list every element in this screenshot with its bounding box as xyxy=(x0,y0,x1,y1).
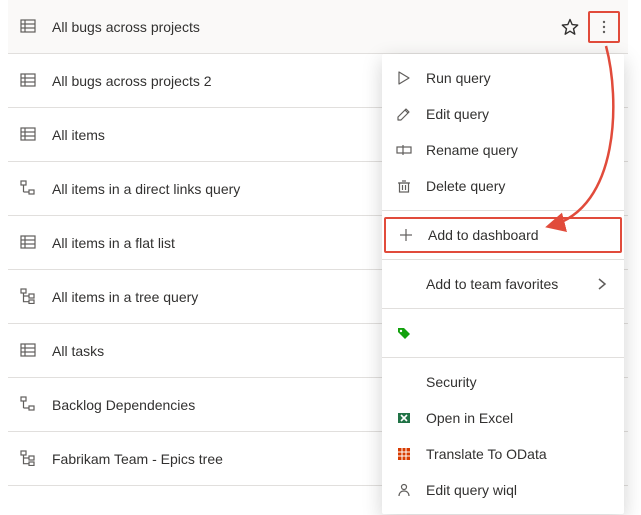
tree-query-icon xyxy=(20,288,38,306)
links-query-icon xyxy=(20,180,38,198)
query-context-menu: Run query Edit query Rename query Delete… xyxy=(382,54,624,514)
odata-icon xyxy=(396,446,412,462)
plus-icon xyxy=(398,227,414,243)
excel-icon xyxy=(396,410,412,426)
menu-security[interactable]: Security xyxy=(382,364,624,400)
menu-delete-query[interactable]: Delete query xyxy=(382,168,624,204)
more-actions-button[interactable] xyxy=(588,11,620,43)
menu-label: Add to dashboard xyxy=(428,227,608,243)
flat-query-icon xyxy=(20,18,38,36)
menu-separator xyxy=(382,210,624,211)
menu-edit-wiql[interactable]: Edit query wiql xyxy=(382,472,624,508)
menu-label: Translate To OData xyxy=(426,446,610,462)
chevron-right-icon xyxy=(594,276,610,292)
menu-label: Run query xyxy=(426,70,610,86)
query-row[interactable]: All bugs across projects xyxy=(8,0,628,54)
trash-icon xyxy=(396,178,412,194)
menu-tags[interactable] xyxy=(382,315,624,351)
menu-separator xyxy=(382,259,624,260)
menu-rename-query[interactable]: Rename query xyxy=(382,132,624,168)
menu-open-excel[interactable]: Open in Excel xyxy=(382,400,624,436)
menu-edit-query[interactable]: Edit query xyxy=(382,96,624,132)
pencil-icon xyxy=(396,106,412,122)
favorite-star-button[interactable] xyxy=(558,15,582,39)
flat-query-icon xyxy=(20,342,38,360)
menu-separator xyxy=(382,308,624,309)
menu-label: Rename query xyxy=(426,142,610,158)
wiql-icon xyxy=(396,482,412,498)
menu-label: Open in Excel xyxy=(426,410,610,426)
menu-add-team-favorites[interactable]: Add to team favorites xyxy=(382,266,624,302)
menu-label: Edit query xyxy=(426,106,610,122)
query-label: All bugs across projects xyxy=(52,19,558,35)
flat-query-icon xyxy=(20,126,38,144)
rename-icon xyxy=(396,142,412,158)
menu-label: Add to team favorites xyxy=(426,276,594,292)
menu-label: Security xyxy=(426,374,610,390)
menu-separator xyxy=(382,357,624,358)
tag-icon xyxy=(396,325,412,341)
menu-translate-odata[interactable]: Translate To OData xyxy=(382,436,624,472)
menu-label: Delete query xyxy=(426,178,610,194)
menu-label: Edit query wiql xyxy=(426,482,610,498)
flat-query-icon xyxy=(20,234,38,252)
links-query-icon xyxy=(20,396,38,414)
menu-add-to-dashboard[interactable]: Add to dashboard xyxy=(384,217,622,253)
tree-query-icon xyxy=(20,450,38,468)
play-icon xyxy=(396,70,412,86)
menu-run-query[interactable]: Run query xyxy=(382,60,624,96)
flat-query-icon xyxy=(20,72,38,90)
